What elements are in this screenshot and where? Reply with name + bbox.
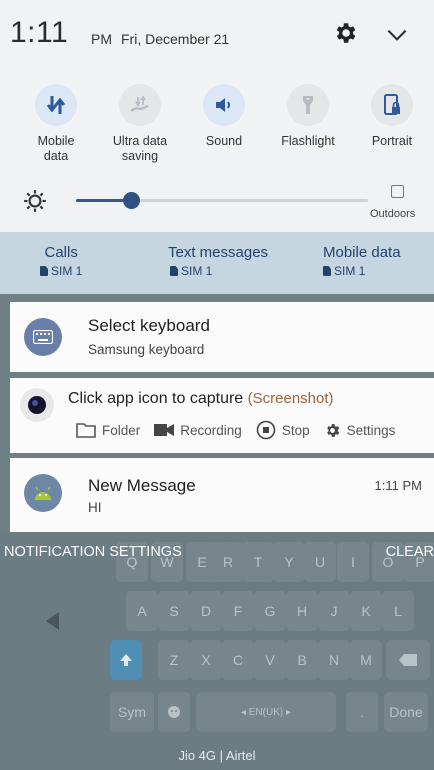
- toggle-flashlight[interactable]: Flashlight: [266, 84, 350, 149]
- screenshot-title: Click app icon to capture: [68, 390, 244, 407]
- notification-time: 1:11 PM: [374, 478, 422, 493]
- background-keyboard: Q W E R T Y U I O P A S D F G H J K L Z …: [0, 532, 434, 770]
- keyboard-icon: [24, 318, 62, 356]
- sim-pref-title: Calls: [44, 244, 78, 261]
- brightness-slider-knob[interactable]: [123, 192, 141, 209]
- key-l[interactable]: L: [382, 591, 414, 631]
- key-b[interactable]: B: [286, 640, 318, 680]
- toggle-label: Sound: [205, 134, 243, 148]
- key-f[interactable]: F: [222, 591, 254, 631]
- notification-screenshot[interactable]: Click app icon to capture (Screenshot) F…: [10, 378, 434, 453]
- notification-subtitle: HI: [88, 500, 102, 515]
- backspace-key[interactable]: [386, 640, 430, 680]
- folder-icon: [76, 423, 96, 438]
- ultra-data-saving-icon: [119, 84, 161, 126]
- key-d[interactable]: D: [190, 591, 222, 631]
- sim-card-icon: [170, 266, 178, 276]
- mobile-data-icon: [35, 84, 77, 126]
- key-h[interactable]: H: [286, 591, 318, 631]
- notification-subtitle: Samsung keyboard: [88, 342, 205, 357]
- folder-action[interactable]: Folder: [76, 422, 140, 438]
- screenshot-actions: Folder Recording Stop Settings: [76, 420, 403, 440]
- shift-key[interactable]: [110, 640, 142, 680]
- key-z[interactable]: Z: [158, 640, 190, 680]
- sim-pref-title: Mobile data: [323, 244, 401, 261]
- period-key[interactable]: .: [346, 692, 378, 732]
- done-key[interactable]: Done: [384, 692, 428, 732]
- toggle-sound[interactable]: Sound: [182, 84, 266, 149]
- key-m[interactable]: M: [350, 640, 382, 680]
- emoji-key[interactable]: [158, 692, 190, 732]
- back-arrow-icon[interactable]: [46, 612, 59, 630]
- toggle-ultra-data-saving[interactable]: Ultra data saving: [98, 84, 182, 164]
- outdoors-checkbox[interactable]: [391, 185, 404, 198]
- toggle-label: Mobile data: [37, 134, 75, 163]
- chevron-down-icon[interactable]: [384, 22, 410, 48]
- key-v[interactable]: V: [254, 640, 286, 680]
- stop-icon: [256, 420, 276, 440]
- toggle-label: Portrait: [371, 134, 413, 148]
- screenshot-app-name: (Screenshot): [247, 390, 334, 407]
- outdoors-label: Outdoors: [370, 208, 416, 220]
- key-j[interactable]: J: [318, 591, 350, 631]
- sim-pref-value: SIM 1: [334, 264, 366, 278]
- status-date[interactable]: Fri, December 21: [121, 31, 229, 47]
- settings-gear-icon: [326, 423, 339, 437]
- sim-preferences-bar: Calls SIM 1 Text messages SIM 1 Mobile d…: [0, 232, 434, 294]
- notification-title: Click app icon to capture (Screenshot): [68, 390, 334, 408]
- sim-pref-value: SIM 1: [51, 264, 83, 278]
- key-k[interactable]: K: [350, 591, 382, 631]
- toggle-mobile-data[interactable]: Mobile data: [14, 84, 98, 164]
- clock-time: 1:11: [10, 16, 69, 49]
- sim-text-messages[interactable]: Text messages SIM 1: [168, 244, 268, 278]
- notification-title: Select keyboard: [88, 316, 210, 335]
- shift-arrow-icon: [120, 654, 132, 666]
- key-c[interactable]: C: [222, 640, 254, 680]
- space-key[interactable]: ◂ EN(UK) ▸: [196, 692, 336, 732]
- portrait-lock-icon: [371, 84, 413, 126]
- stop-action[interactable]: Stop: [256, 420, 310, 440]
- flashlight-icon: [287, 84, 329, 126]
- toggle-label: Flashlight: [281, 134, 335, 148]
- key-n[interactable]: N: [318, 640, 350, 680]
- sim-pref-value: SIM 1: [181, 264, 213, 278]
- notification-footer: NOTIFICATION SETTINGS CLEAR: [0, 542, 434, 566]
- key-x[interactable]: X: [190, 640, 222, 680]
- brightness-icon: [24, 190, 46, 212]
- backspace-icon: [399, 654, 417, 666]
- settings-action[interactable]: Settings: [324, 422, 396, 439]
- notification-title: New Message: [88, 476, 196, 495]
- clock-ampm: PM: [91, 31, 112, 47]
- key-g[interactable]: G: [254, 591, 286, 631]
- recording-action[interactable]: Recording: [154, 423, 242, 438]
- android-icon: [24, 474, 62, 512]
- settings-label: Settings: [346, 422, 396, 438]
- toggle-portrait[interactable]: Portrait: [350, 84, 434, 149]
- sim-card-icon: [40, 266, 48, 276]
- screenshot-app-icon: [20, 388, 54, 422]
- gear-icon[interactable]: [332, 20, 358, 46]
- sim-calls[interactable]: Calls SIM 1: [40, 244, 82, 278]
- sim-pref-title: Text messages: [168, 244, 269, 261]
- clear-button[interactable]: CLEAR: [386, 544, 434, 560]
- brightness-slider[interactable]: [76, 192, 368, 209]
- stop-label: Stop: [281, 422, 310, 438]
- notification-settings-button[interactable]: NOTIFICATION SETTINGS: [4, 544, 182, 560]
- recording-label: Recording: [180, 422, 242, 438]
- quick-panel: 1:11 PM Fri, December 21 Mobile data Ult…: [0, 0, 434, 232]
- key-s[interactable]: S: [158, 591, 190, 631]
- notification-new-message[interactable]: New Message HI 1:11 PM: [10, 458, 434, 532]
- folder-label: Folder: [102, 422, 141, 438]
- emoji-icon: [168, 706, 180, 718]
- sym-key[interactable]: Sym: [110, 692, 154, 732]
- video-camera-icon: [154, 424, 175, 436]
- sound-icon: [203, 84, 245, 126]
- sim-mobile-data[interactable]: Mobile data SIM 1: [323, 244, 401, 278]
- sim-card-icon: [323, 266, 331, 276]
- carrier-label: Jio 4G | Airtel: [178, 748, 256, 763]
- notification-select-keyboard[interactable]: Select keyboard Samsung keyboard: [10, 302, 434, 372]
- key-a[interactable]: A: [126, 591, 158, 631]
- toggle-label: Ultra data saving: [112, 134, 168, 163]
